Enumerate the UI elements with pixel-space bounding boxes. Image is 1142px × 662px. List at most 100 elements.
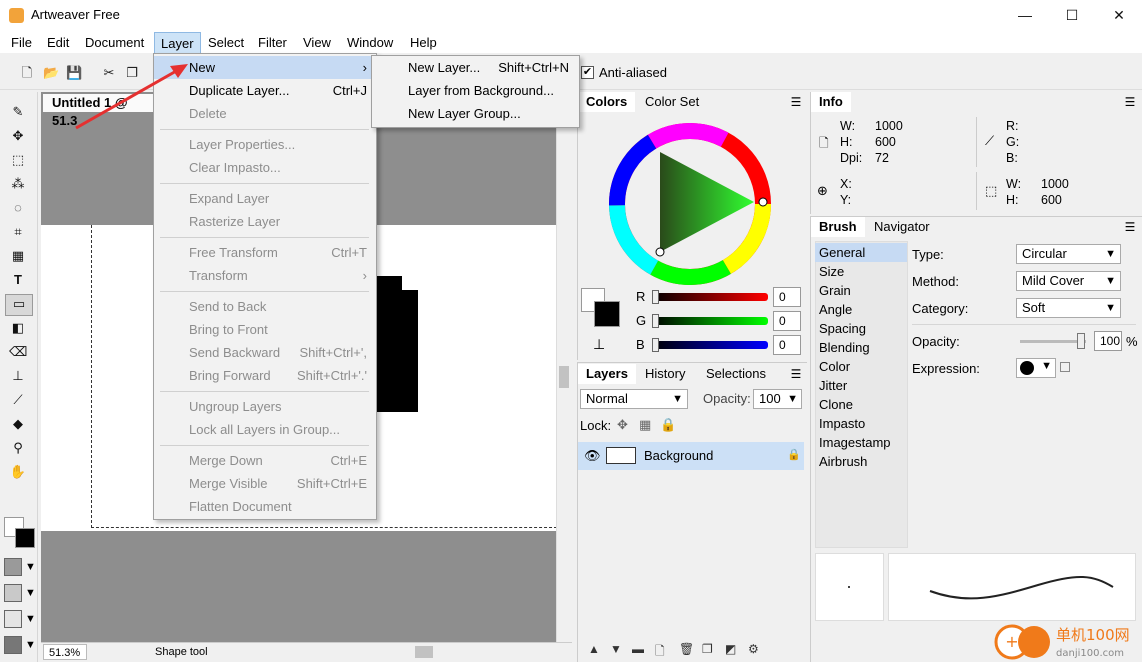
menu-filter[interactable]: Filter [252,32,293,54]
menu-item-send-backward[interactable]: Send Backward Shift+Ctrl+', [154,341,376,364]
move-layer-up-icon[interactable]: ▲ [588,642,600,656]
brush-category-select[interactable]: Soft ▼ [1016,298,1121,318]
close-button[interactable]: ✕ [1096,0,1142,31]
eye-icon[interactable]: 👁 [584,448,601,464]
red-value-field[interactable]: 0 [773,287,801,307]
menu-item-merge-down[interactable]: Merge Down Ctrl+E [154,449,376,472]
blue-slider[interactable] [652,341,768,349]
submenu-item-layer-from-background[interactable]: Layer from Background... [372,79,579,102]
submenu-item-new-layer[interactable]: New Layer... Shift+Ctrl+N [372,56,579,79]
menu-document[interactable]: Document [79,32,150,54]
brush-method-select[interactable]: Mild Cover ▼ [1016,271,1121,291]
menu-view[interactable]: View [297,32,337,54]
move-layer-down-icon[interactable]: ▼ [610,642,622,656]
minimize-button[interactable]: — [1002,0,1048,31]
brush-category-general[interactable]: General [815,243,907,262]
menu-item-bring-forward[interactable]: Bring Forward Shift+Ctrl+'.' [154,364,376,387]
tab-layers[interactable]: Layers [578,364,636,384]
info-panel-menu-icon[interactable]: ☰ [1123,96,1137,108]
crop-tool-icon[interactable]: ⌗ [9,223,27,241]
red-slider[interactable] [652,293,768,301]
shape-tool-icon[interactable]: ▭ [5,294,33,316]
layer-opacity-select[interactable]: 100 ▼ [753,389,802,409]
horizontal-scroll-thumb[interactable] [415,646,433,658]
green-value-field[interactable]: 0 [773,311,801,331]
magic-wand-tool-icon[interactable]: ⁂ [9,175,27,193]
brush-preset-select[interactable]: ▼ [4,636,38,656]
blue-value-field[interactable]: 0 [773,335,801,355]
menu-item-merge-visible[interactable]: Merge Visible Shift+Ctrl+E [154,472,376,495]
tab-brush[interactable]: Brush [811,217,865,237]
menu-layer[interactable]: Layer [154,32,201,54]
brush-tool-icon[interactable]: ✎ [9,103,27,121]
tab-color-set[interactable]: Color Set [637,92,707,112]
layer-effects-icon[interactable]: ◩ [725,642,736,656]
brush-category-blending[interactable]: Blending [815,338,907,357]
brush-category-size[interactable]: Size [815,262,907,281]
layer-name[interactable]: Background [644,448,713,463]
lock-transparency-icon[interactable]: ▦ [639,417,651,433]
tab-colors[interactable]: Colors [578,92,636,112]
expression-settings-icon[interactable] [1060,362,1070,372]
brush-category-color[interactable]: Color [815,357,907,376]
menu-select[interactable]: Select [202,32,250,54]
lock-position-icon[interactable]: ✥ [617,417,628,433]
menu-item-lock-all-layers[interactable]: Lock all Layers in Group... [154,418,376,441]
submenu-item-new-layer-group[interactable]: New Layer Group... [372,102,579,125]
brush-category-imagestamp[interactable]: Imagestamp [815,433,907,452]
colors-fg-swatch[interactable] [594,301,620,327]
brush-expression-select[interactable]: ▼ [1016,358,1056,378]
delete-layer-icon[interactable]: 🗑 [679,642,694,656]
brush-category-grain[interactable]: Grain [815,281,907,300]
new-document-icon[interactable]: 🗋 [19,65,35,81]
tab-navigator[interactable]: Navigator [866,217,938,237]
maximize-button[interactable]: ☐ [1049,0,1095,31]
lasso-tool-icon[interactable]: ◌ [9,199,27,217]
gradient-tool-icon[interactable]: ◧ [9,319,27,337]
brush-category-clone[interactable]: Clone [815,395,907,414]
eyedropper-tool-icon[interactable]: ⟋ [9,391,27,409]
pattern-select[interactable]: ▼ [4,610,38,630]
zoom-tool-icon[interactable]: ⚲ [9,439,27,457]
brush-category-jitter[interactable]: Jitter [815,376,907,395]
text-tool-icon[interactable]: T [9,271,27,289]
brush-panel-menu-icon[interactable]: ☰ [1123,221,1137,233]
new-group-icon[interactable]: ▬ [632,642,644,656]
brush-opacity-field[interactable]: 100 [1094,331,1122,351]
red-slider-thumb[interactable] [652,290,659,304]
layers-panel-menu-icon[interactable]: ☰ [789,368,803,380]
open-folder-icon[interactable]: 📂 [43,65,59,81]
layer-settings-icon[interactable]: ⚙ [748,642,759,656]
stamp-color-icon[interactable]: ⊥ [593,336,605,353]
tab-history[interactable]: History [637,364,693,384]
menu-item-flatten-document[interactable]: Flatten Document [154,495,376,518]
foreground-color-swatch[interactable] [15,528,35,548]
green-slider[interactable] [652,317,768,325]
zoom-level-field[interactable]: 51.3% [43,644,87,660]
menu-file[interactable]: File [5,32,38,54]
menu-item-expand-layer[interactable]: Expand Layer [154,187,376,210]
lock-all-icon[interactable]: 🔒 [660,417,676,433]
blue-slider-thumb[interactable] [652,338,659,352]
blend-mode-select[interactable]: Normal ▼ [580,389,688,409]
brush-opacity-thumb[interactable] [1077,333,1085,349]
brush-category-angle[interactable]: Angle [815,300,907,319]
menu-item-rasterize-layer[interactable]: Rasterize Layer [154,210,376,233]
vertical-scroll-thumb[interactable] [559,366,569,388]
menu-item-ungroup-layers[interactable]: Ungroup Layers [154,395,376,418]
menu-item-free-transform[interactable]: Free Transform Ctrl+T [154,241,376,264]
eraser-tool-icon[interactable]: ⌫ [9,343,27,361]
hand-tool-icon[interactable]: ✋ [9,463,27,481]
colors-panel-menu-icon[interactable]: ☰ [789,96,803,108]
fill-tool-icon[interactable]: ◆ [9,415,27,433]
stamp-tool-icon[interactable]: ⊥ [9,367,27,385]
paper-texture-select[interactable]: ▼ [4,558,38,578]
color-wheel[interactable] [608,122,772,286]
brush-category-spacing[interactable]: Spacing [815,319,907,338]
menu-item-bring-to-front[interactable]: Bring to Front [154,318,376,341]
menu-help[interactable]: Help [404,32,443,54]
rect-select-tool-icon[interactable]: ⬚ [9,151,27,169]
grain-select[interactable]: ▼ [4,584,38,604]
brush-category-airbrush[interactable]: Airbrush [815,452,907,471]
antialiased-checkbox[interactable]: ✔ [581,66,594,79]
